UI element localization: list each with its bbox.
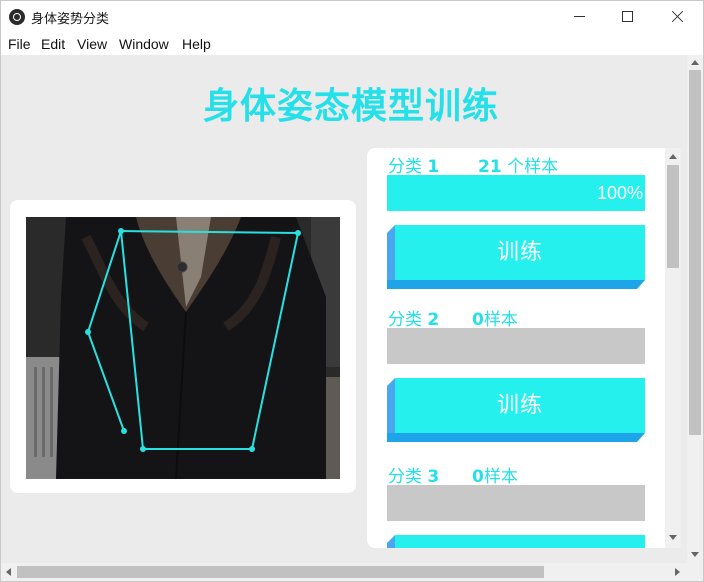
class-2-train-button[interactable]: 训练	[387, 378, 645, 442]
class-1-count: 21 个样本	[478, 152, 558, 177]
class-3-count-suffix: 样本	[483, 467, 518, 487]
title-bar[interactable]: 身体姿势分类	[1, 1, 703, 33]
menu-view[interactable]: View	[77, 36, 107, 52]
minimize-icon	[574, 16, 585, 17]
window-horizontal-scroll-thumb[interactable]	[17, 566, 544, 578]
class-1-number: 1	[427, 157, 440, 177]
button-shadow-corner	[637, 280, 645, 289]
button-shadow	[387, 280, 637, 289]
class-1-prefix: 分类	[388, 157, 422, 177]
menu-window[interactable]: Window	[119, 36, 169, 52]
webcam-feed	[26, 217, 340, 479]
class-3-label: 分类 3	[388, 462, 439, 487]
button-shadow-corner	[637, 433, 645, 442]
window-vertical-scroll-thumb[interactable]	[689, 70, 701, 435]
scroll-up-icon[interactable]	[691, 60, 699, 65]
menu-edit[interactable]: Edit	[41, 36, 65, 52]
class-2-progress	[387, 328, 645, 364]
scrollbar-corner	[687, 563, 703, 581]
class-3-number: 3	[427, 467, 440, 487]
button-bevel-side	[387, 543, 395, 548]
class-2-count-suffix: 样本	[483, 310, 518, 330]
scroll-right-icon[interactable]	[675, 568, 680, 576]
class-3-count: 0样本	[472, 462, 518, 487]
class-3-progress	[387, 485, 645, 521]
class-panel-scrollbar[interactable]	[665, 148, 681, 548]
class-panel: 分类 1 21 个样本 100% 训练 分类 2 0样本 训练 分类 3 0样本	[367, 148, 665, 548]
menu-file[interactable]: File	[8, 36, 31, 52]
page-title: 身体姿态模型训练	[202, 86, 499, 127]
camera-scene	[26, 217, 340, 479]
menu-help[interactable]: Help	[182, 36, 211, 52]
button-bevel	[387, 535, 395, 543]
maximize-button[interactable]	[605, 1, 651, 33]
maximize-icon	[622, 11, 633, 22]
class-1-train-label: 训练	[496, 240, 543, 265]
class-2-train-label: 训练	[496, 393, 543, 418]
class-1-count-number: 21	[478, 157, 502, 177]
class-2-number: 2	[427, 310, 440, 330]
app-window: 身体姿势分类 File Edit View Window Help 身体姿态模型…	[0, 0, 704, 582]
minimize-button[interactable]	[557, 1, 603, 33]
class-1-train-button[interactable]: 训练	[387, 225, 645, 289]
menu-bar: File Edit View Window Help	[1, 33, 703, 55]
class-1-progress: 100%	[387, 175, 645, 211]
class-panel-scroll-thumb[interactable]	[667, 165, 679, 268]
button-bevel	[387, 225, 395, 233]
close-icon	[671, 10, 684, 23]
scroll-up-icon[interactable]	[669, 154, 677, 159]
class-3-train-button[interactable]	[387, 535, 645, 548]
class-3-prefix: 分类	[388, 467, 422, 487]
class-1-count-suffix: 个样本	[507, 157, 559, 177]
camera-card	[10, 200, 356, 493]
button-bevel-side	[387, 386, 395, 433]
class-2-count-number: 0	[472, 310, 484, 330]
scroll-down-icon[interactable]	[691, 552, 699, 557]
app-logo-icon	[9, 9, 25, 25]
scroll-left-icon[interactable]	[6, 568, 11, 576]
window-vertical-scrollbar[interactable]	[687, 55, 703, 563]
window-horizontal-scrollbar[interactable]	[1, 563, 703, 581]
button-bevel-side	[387, 233, 395, 280]
class-2-count: 0样本	[472, 305, 518, 330]
button-bevel	[387, 378, 395, 386]
scroll-down-icon[interactable]	[669, 535, 677, 540]
class-3-count-number: 0	[472, 467, 484, 487]
button-shadow	[387, 433, 637, 442]
class-1-progress-text: 100%	[596, 183, 643, 203]
class-2-label: 分类 2	[388, 305, 439, 330]
close-button[interactable]	[655, 1, 701, 33]
main-content: 身体姿态模型训练 分类 1 21 个样本 100% 训练 分类 2 0样本 训练…	[1, 55, 687, 563]
class-2-prefix: 分类	[388, 310, 422, 330]
window-title: 身体姿势分类	[31, 12, 110, 27]
class-3-train-label	[395, 535, 645, 548]
class-1-label: 分类 1	[388, 152, 439, 177]
